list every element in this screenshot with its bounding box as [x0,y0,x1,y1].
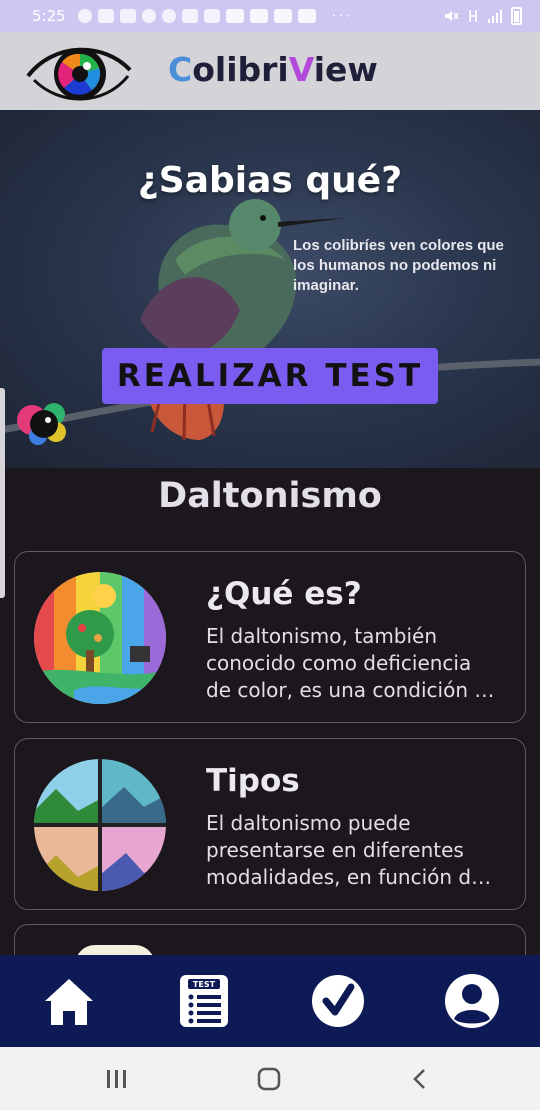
take-test-button[interactable]: REALIZAR TEST [102,348,438,404]
card-title: Tipos [206,763,300,799]
notification-icon [141,9,156,23]
notification-icon [161,9,176,23]
hero-fact-text: Los colibríes ven colores que los humano… [293,237,504,294]
profile-icon[interactable] [444,973,500,1029]
battery-icon [511,7,522,25]
data-signal-icon [469,10,477,22]
checkmark-icon[interactable] [310,973,366,1029]
hero-banner: ¿Sabias qué? Los colibríes ven colores q… [0,110,540,468]
notification-icon [203,9,220,23]
brand-letter-c: C [168,50,193,89]
color-variants-landscape-grid-icon [34,759,166,891]
eye-logo-icon [26,47,132,101]
youtube-icon [273,9,292,23]
card-description-line: de color, es una condición … [206,678,495,702]
info-card-types[interactable]: Tipos El daltonismo puede presentarse en… [14,738,526,910]
instagram-icon [97,9,114,23]
youtube-icon [225,9,244,23]
test-list-icon[interactable]: TEST [176,973,232,1029]
youtube-icon [297,9,316,23]
signal-icon [488,10,502,23]
card-description-line: El daltonismo puede [206,811,411,835]
brand-letter-v: V [288,50,314,89]
brand-part-1: olibri [192,50,289,89]
notification-icons: ··· [77,7,352,25]
colorful-landscape-illustration-icon [34,572,166,704]
brand-title: ColibriView [168,50,378,89]
card-description-line: El daltonismo, también [206,624,438,648]
status-time: 5:25 [32,7,66,25]
colorful-eye-icon [17,403,66,445]
system-status [443,7,522,25]
hero-title: ¿Sabias qué? [137,160,403,201]
notification-icon [77,9,92,23]
card-description-line: modalidades, en función d… [206,865,492,889]
card-description: El daltonismo puede presentarse en difer… [206,810,511,891]
app-header: ColibriView [0,32,540,110]
test-badge-text: TEST [193,980,216,989]
more-notifications: ··· [331,7,352,25]
back-icon[interactable] [407,1067,433,1091]
home-circle-icon[interactable] [256,1067,282,1091]
brand-part-2: iew [313,50,378,89]
mute-icon [445,11,459,21]
home-icon[interactable] [41,973,97,1029]
chat-icon [119,9,136,23]
youtube-icon [249,9,268,23]
recent-apps-icon[interactable] [104,1067,130,1091]
system-navigation-bar [0,1047,540,1110]
notification-icon [181,9,198,23]
card-description-line: presentarse en diferentes [206,838,464,862]
bottom-navigation: TEST [0,955,540,1047]
info-card-what-is[interactable]: ¿Qué es? El daltonismo, también conocido… [14,551,526,723]
section-title: Daltonismo [158,476,382,516]
card-description: El daltonismo, también conocido como def… [206,623,511,704]
card-description-line: conocido como deficiencia [206,651,472,675]
status-bar: 5:25 ··· [0,0,540,32]
card-title: ¿Qué es? [206,576,362,612]
